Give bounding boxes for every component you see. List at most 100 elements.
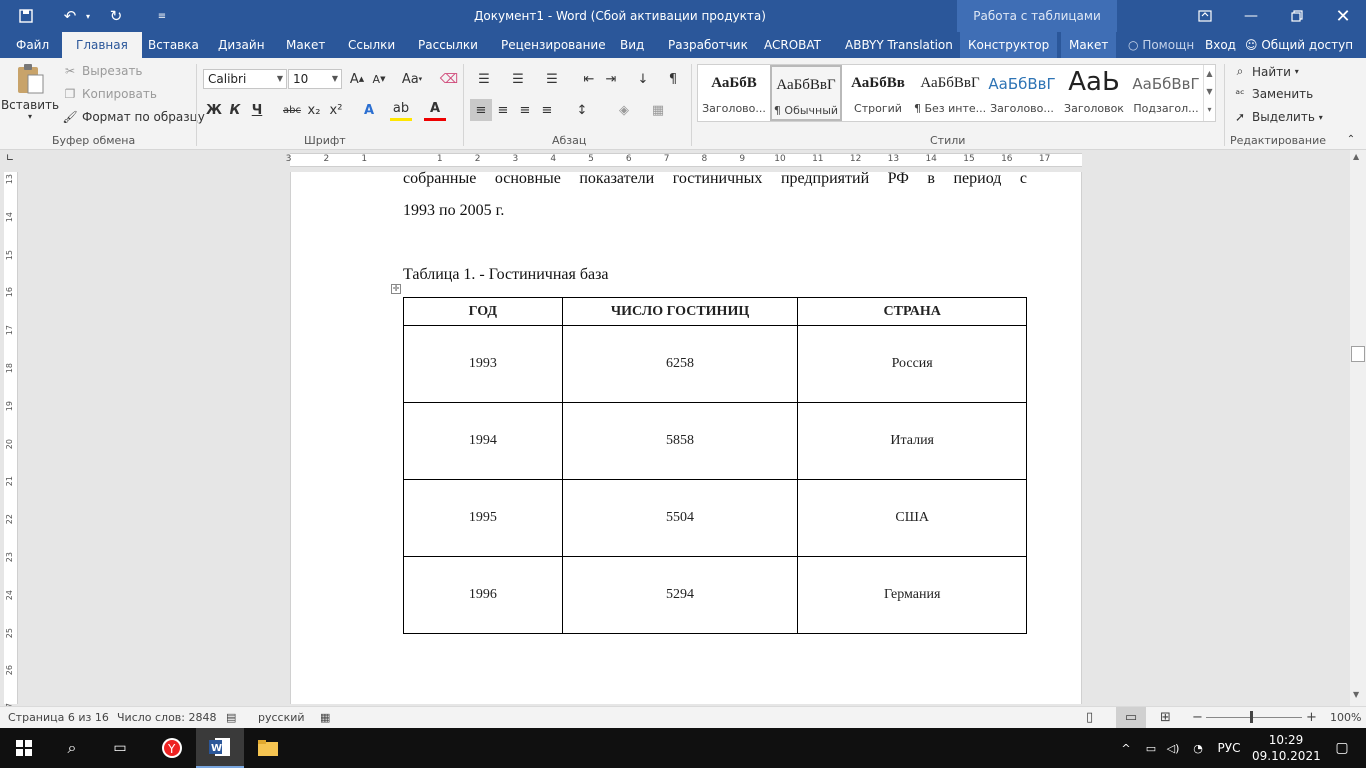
input-language[interactable]: РУС [1212,728,1246,768]
cell-country[interactable]: Россия [797,325,1027,403]
tab-developer[interactable]: Разработчик [668,32,748,58]
tab-design[interactable]: Дизайн [218,32,265,58]
scroll-thumb[interactable] [1351,346,1365,362]
multilevel-list-icon[interactable]: ☰ [538,68,566,90]
italic-button[interactable]: К [224,99,246,121]
increase-indent-icon[interactable]: ⇥ [600,68,622,90]
copy-button[interactable]: ❐ Копировать [62,87,157,101]
justify-icon[interactable]: ≡ [536,99,558,121]
sign-in-link[interactable]: Вход [1205,32,1236,58]
cell-year[interactable]: 1993 [403,325,563,403]
volume-icon[interactable]: ◁) [1162,728,1184,768]
redo-icon[interactable]: ↻ [100,0,132,32]
font-size-select[interactable]: 10 ▼ [288,69,342,89]
header-country[interactable]: СТРАНА [797,297,1027,326]
tab-selector-icon[interactable]: ∟ [2,150,18,166]
cell-hotels[interactable]: 5858 [561,402,799,480]
tab-acrobat[interactable]: ACROBAT [764,32,821,58]
select-button[interactable]: ➚ Выделить ▾ [1232,110,1323,124]
zoom-slider-thumb[interactable] [1250,711,1253,723]
sort-icon[interactable]: ↓ [632,68,654,90]
cell-hotels[interactable]: 6258 [561,325,799,403]
subscript-button[interactable]: x₂ [303,99,325,121]
close-icon[interactable]: ✕ [1320,0,1366,32]
bullets-icon[interactable]: ☰ [470,68,498,90]
font-name-select[interactable]: Calibri ▼ [203,69,287,89]
shading-icon[interactable]: ◈ [610,99,638,121]
web-layout-icon[interactable]: ⊞ [1160,707,1171,729]
tab-mailings[interactable]: Рассылки [418,32,478,58]
format-painter-button[interactable]: 🖌 Формат по образцу [62,110,205,124]
zoom-slider[interactable] [1206,717,1302,718]
borders-icon[interactable]: ▦ [644,99,672,121]
tell-me-box[interactable]: ○ Помощн [1128,32,1194,58]
style-title[interactable]: АаЬ Заголовок [1058,65,1130,121]
underline-button[interactable]: Ч [246,99,268,121]
clock[interactable]: 10:29 09.10.2021 [1252,732,1321,764]
page-count[interactable]: Страница 6 из 16 [8,707,109,729]
tab-references[interactable]: Ссылки [348,32,395,58]
vertical-scrollbar[interactable]: ▲ ▼ [1350,150,1366,706]
tab-layout[interactable]: Макет [286,32,325,58]
tab-review[interactable]: Рецензирование [501,32,606,58]
customize-icon[interactable]: ≡ [146,0,178,32]
cell-year[interactable]: 1995 [403,479,563,557]
tray-chevron-icon[interactable]: ^ [1114,728,1138,768]
clear-formatting-icon[interactable]: ⌫ [438,68,460,90]
align-left-icon[interactable]: ≡ [470,99,492,121]
zoom-level[interactable]: 100% [1330,707,1361,729]
minimize-icon[interactable]: — [1228,0,1274,32]
cut-button[interactable]: ✂ Вырезать [62,64,143,78]
header-hotels[interactable]: ЧИСЛО ГОСТИНИЦ [561,297,799,326]
tab-table-layout[interactable]: Макет [1061,32,1117,58]
tab-home[interactable]: Главная [62,32,142,58]
align-right-icon[interactable]: ≡ [514,99,536,121]
bold-button[interactable]: Ж [203,99,225,121]
tab-file[interactable]: Файл [16,32,49,58]
macro-icon[interactable]: ▦ [320,707,330,729]
find-button[interactable]: ⌕ Найти ▾ [1232,64,1299,79]
scroll-down-icon[interactable]: ▼ [1353,690,1359,699]
battery-icon[interactable]: ▭ [1140,728,1162,768]
language-indicator[interactable]: русский [258,707,305,729]
vertical-ruler[interactable]: 131415161718192021222324252627 [4,172,18,713]
highlight-icon[interactable]: ab [390,99,412,121]
strikethrough-button[interactable]: abc [281,99,303,121]
tab-view[interactable]: Вид [620,32,644,58]
tab-abbyy[interactable]: ABBYY Translation [845,32,953,58]
style-strong[interactable]: АаБбВв Строгий [842,65,914,121]
style-heading2[interactable]: АаБбВвГ Заголово... [986,65,1058,121]
text-effects-icon[interactable]: A [358,99,380,121]
file-explorer-icon[interactable] [244,728,292,768]
collapse-ribbon-icon[interactable]: ⌃ [1340,128,1362,150]
cell-country[interactable]: США [797,479,1027,557]
scroll-up-icon[interactable]: ▲ [1353,152,1359,161]
word-app-icon[interactable]: W [196,728,244,768]
shrink-font-button[interactable]: A ▼ [368,68,390,90]
paste-button[interactable]: Вставить ▾ [1,62,59,121]
line-spacing-icon[interactable]: ↕ [568,99,596,121]
search-icon[interactable]: ⌕ [48,728,96,768]
grow-font-button[interactable]: A ▲ [346,68,368,90]
zoom-in-icon[interactable]: + [1306,707,1317,729]
header-year[interactable]: ГОД [403,297,563,326]
horizontal-ruler[interactable]: 3 2 1 1 2 3 4 5 6 7 8 9 10 11 12 13 14 15 16 17 [286,153,1082,167]
tab-table-design[interactable]: Конструктор [960,32,1058,58]
proofing-icon[interactable]: ▤ [226,707,236,729]
cell-country[interactable]: Италия [797,402,1027,480]
cell-country[interactable]: Германия [797,556,1027,634]
notifications-icon[interactable]: ▢ [1322,728,1362,768]
table-move-handle-icon[interactable]: ✛ [391,284,401,294]
ribbon-options-icon[interactable] [1182,0,1228,32]
change-case-button[interactable]: Аа ▾ [396,68,428,90]
save-icon[interactable] [10,0,42,32]
cell-hotels[interactable]: 5294 [561,556,799,634]
restore-icon[interactable] [1274,0,1320,32]
share-button[interactable]: ☺ Общий доступ [1245,32,1353,58]
styles-scroll[interactable]: ▲ ▼ ▾ [1203,65,1215,121]
cell-hotels[interactable]: 5504 [561,479,799,557]
cell-year[interactable]: 1994 [403,402,563,480]
undo-dropdown-icon[interactable]: ▾ [78,0,98,32]
task-view-icon[interactable]: ▭ [96,728,144,768]
align-center-icon[interactable]: ≡ [492,99,514,121]
